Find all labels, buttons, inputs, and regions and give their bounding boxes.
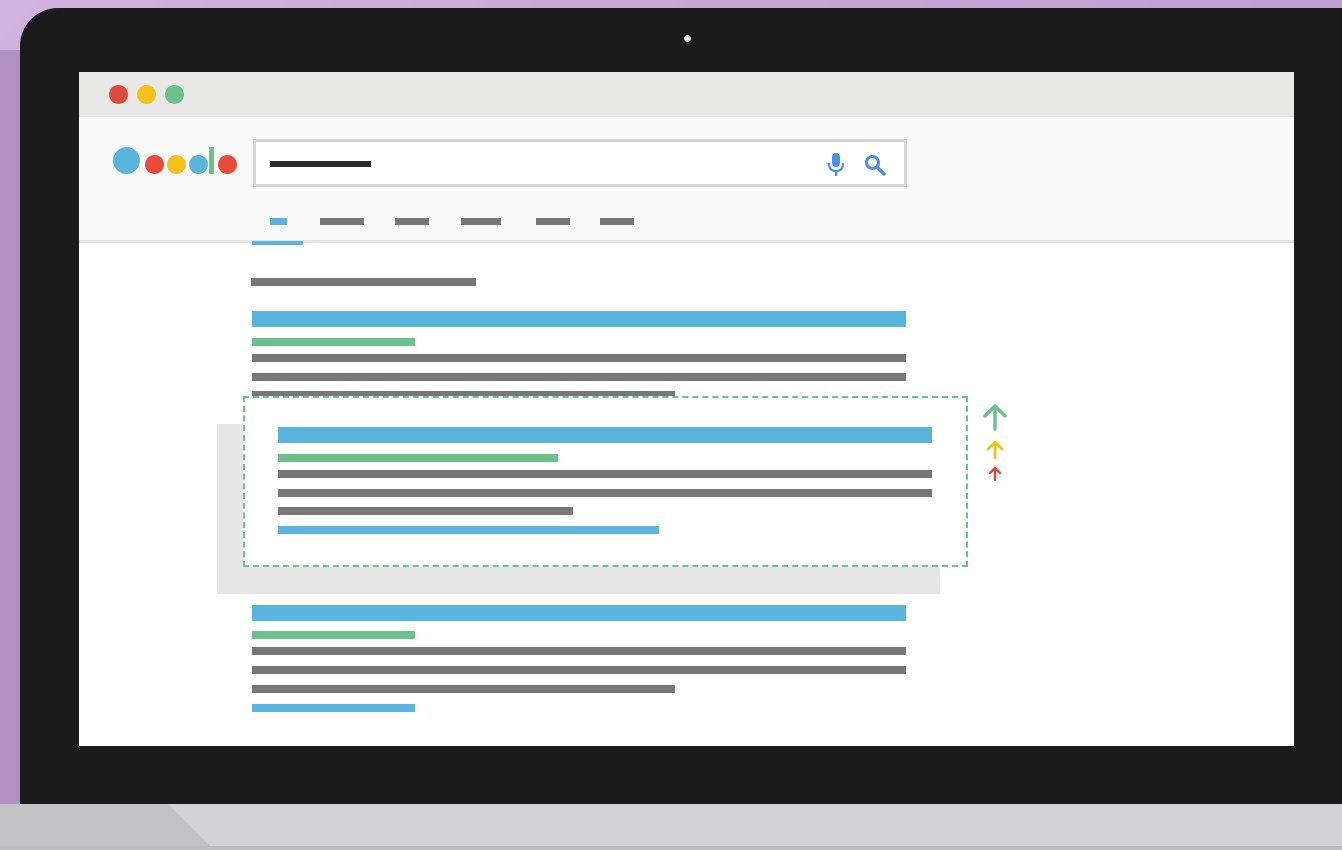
tab-5[interactable] [536,218,570,244]
result-title-link[interactable] [252,311,906,327]
result-featured [243,396,968,567]
tab-4[interactable] [461,218,501,244]
search-icon[interactable] [864,154,886,176]
result-snippet-line [278,507,573,515]
logo-bar [209,147,214,174]
result-title-link[interactable] [278,427,932,443]
tab-all-label [270,218,287,225]
window-titlebar [79,72,1294,117]
arrow-up-large-icon [983,404,1007,431]
result-sitelink[interactable] [252,704,415,712]
logo-dot-1 [113,147,140,174]
result-title-link[interactable] [252,605,906,621]
active-tab-indicator [252,241,303,245]
tab-3[interactable] [395,218,429,244]
result-snippet-line [252,647,906,655]
result-url [252,338,415,346]
arrow-up-small-icon [988,466,1002,481]
camera-dot [684,35,691,42]
result-sitelink[interactable] [278,526,659,534]
tab-2[interactable] [320,218,364,244]
result-snippet-line [252,373,906,381]
results-count-text [251,278,476,286]
window-close-button[interactable] [109,85,128,104]
logo-dot-3 [167,155,186,174]
arrow-up-medium-icon [986,440,1004,459]
tab-2-label [320,218,364,225]
result-url [278,454,558,462]
search-input[interactable] [253,139,907,187]
result-snippet-line [252,354,906,362]
search-header [79,117,1294,245]
result-snippet-line [252,685,675,693]
logo-dot-5 [218,155,237,174]
logo-dot-4 [189,155,208,174]
search-query-text [270,161,371,167]
window-maximize-button[interactable] [165,85,184,104]
laptop-base-edge [0,846,1342,850]
tab-6-label [600,218,634,225]
tab-6[interactable] [600,218,634,244]
result-snippet-line [278,470,932,478]
result-url [252,631,415,639]
window-minimize-button[interactable] [137,85,156,104]
browser-window [79,72,1294,746]
logo-dot-2 [145,155,164,174]
tab-5-label [536,218,570,225]
tab-3-label [395,218,429,225]
result-snippet-line [252,666,906,674]
tab-4-label [461,218,501,225]
result-snippet-line [278,489,932,497]
mic-icon[interactable] [826,152,846,178]
